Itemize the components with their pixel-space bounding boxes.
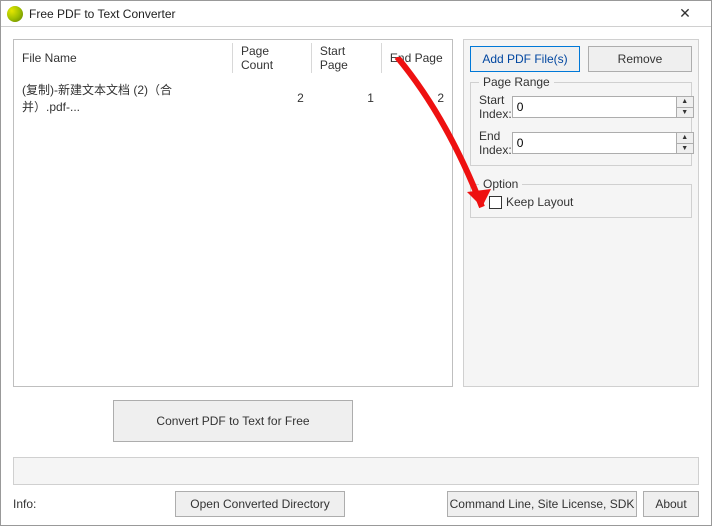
keep-layout-checkbox[interactable] xyxy=(489,196,502,209)
info-label: Info: xyxy=(13,497,73,511)
option-legend: Option xyxy=(479,177,522,191)
right-panel: Add PDF File(s) Remove Page Range Start … xyxy=(463,39,699,387)
cell-start-page: 1 xyxy=(312,77,382,120)
chevron-up-icon[interactable]: ▲ xyxy=(677,133,693,144)
window-title: Free PDF to Text Converter xyxy=(29,7,665,21)
cell-page-count: 2 xyxy=(233,77,312,120)
end-index-spinner[interactable]: ▲ ▼ xyxy=(676,132,694,154)
convert-button[interactable]: Convert PDF to Text for Free xyxy=(113,400,353,442)
remove-button[interactable]: Remove xyxy=(588,46,692,72)
open-directory-button[interactable]: Open Converted Directory xyxy=(175,491,345,517)
table-row[interactable]: (复制)-新建文本文档 (2)（合并）.pdf-... 2 1 2 xyxy=(14,77,452,120)
keep-layout-label: Keep Layout xyxy=(506,195,573,209)
window-titlebar: Free PDF to Text Converter ✕ xyxy=(1,1,711,27)
chevron-up-icon[interactable]: ▲ xyxy=(677,97,693,108)
page-range-group: Page Range Start Index: ▲ ▼ End Index: ▲ xyxy=(470,82,692,166)
chevron-down-icon[interactable]: ▼ xyxy=(677,108,693,118)
app-icon xyxy=(7,6,23,22)
col-start-page[interactable]: Start Page xyxy=(312,40,382,77)
end-index-label: End Index: xyxy=(479,129,512,157)
col-end-page[interactable]: End Page xyxy=(382,40,452,77)
close-icon[interactable]: ✕ xyxy=(665,1,705,26)
file-list[interactable]: File Name Page Count Start Page End Page… xyxy=(13,39,453,387)
table-header-row: File Name Page Count Start Page End Page xyxy=(14,40,452,77)
end-index-input[interactable] xyxy=(512,132,676,154)
cell-file-name: (复制)-新建文本文档 (2)（合并）.pdf-... xyxy=(14,77,233,120)
chevron-down-icon[interactable]: ▼ xyxy=(677,144,693,154)
col-page-count[interactable]: Page Count xyxy=(233,40,312,77)
add-pdf-button[interactable]: Add PDF File(s) xyxy=(470,46,580,72)
cell-end-page: 2 xyxy=(382,77,452,120)
option-group: Option Keep Layout xyxy=(470,184,692,218)
start-index-spinner[interactable]: ▲ ▼ xyxy=(676,96,694,118)
start-index-input[interactable] xyxy=(512,96,676,118)
page-range-legend: Page Range xyxy=(479,75,554,89)
col-file-name[interactable]: File Name xyxy=(14,40,233,77)
start-index-label: Start Index: xyxy=(479,93,512,121)
info-panel xyxy=(13,457,699,485)
about-button[interactable]: About xyxy=(643,491,699,517)
command-line-button[interactable]: Command Line, Site License, SDK xyxy=(447,491,637,517)
